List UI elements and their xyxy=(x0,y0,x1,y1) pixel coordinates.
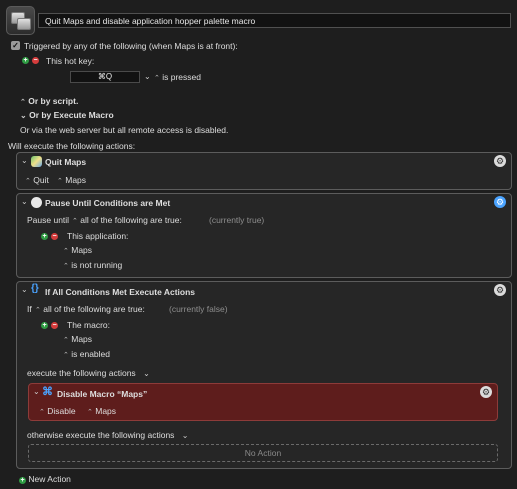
pause-state-label: is not running xyxy=(71,260,123,270)
remove-condition-icon[interactable]: − xyxy=(51,322,58,329)
action-title: Quit Maps xyxy=(45,157,87,167)
quit-app-label: Maps xyxy=(65,175,87,185)
hotkey-trigger-title: This hot key: xyxy=(46,56,95,66)
quit-maps-action[interactable]: ⌄ Quit Maps ⚙ ⌃ Quit ⌃ Maps xyxy=(16,152,512,190)
execute-actions-label: execute the following actions xyxy=(27,368,136,378)
trigger-checkbox[interactable]: ✓ xyxy=(11,41,20,50)
chevron-down-icon: ⌄ xyxy=(143,369,150,378)
quit-app-select[interactable]: ⌃ Maps xyxy=(57,175,86,185)
command-icon: ⌘ xyxy=(42,386,53,398)
plus-icon: + xyxy=(19,477,26,484)
action-title: If All Conditions Met Execute Actions xyxy=(45,287,196,297)
if-state-label: is enabled xyxy=(71,349,111,359)
no-action-dropzone[interactable]: No Action xyxy=(28,444,498,462)
collapse-chevron-icon[interactable]: ⌄ xyxy=(33,387,40,396)
updown-icon: ⌃ xyxy=(72,218,78,225)
updown-icon: ⌃ xyxy=(63,263,69,270)
if-action[interactable]: ⌄ {} If All Conditions Met Execute Actio… xyxy=(16,281,512,469)
pause-state-select[interactable]: ⌃ is not running xyxy=(63,260,122,270)
pause-condition-label: all of the following are true: xyxy=(80,215,182,225)
pause-until-label: Pause until xyxy=(27,215,70,225)
gear-icon[interactable]: ⚙ xyxy=(494,284,506,296)
add-condition-icon[interactable]: + xyxy=(41,322,48,329)
updown-icon: ⌃ xyxy=(20,99,26,106)
if-condition-select[interactable]: ⌃ all of the following are true: xyxy=(35,304,145,314)
gear-icon[interactable]: ⚙ xyxy=(480,386,492,398)
updown-icon: ⌃ xyxy=(154,75,160,82)
if-status: (currently false) xyxy=(169,304,228,314)
disable-macro-select[interactable]: ⌃ Maps xyxy=(87,406,116,416)
execute-actions-toggle[interactable]: execute the following actions ⌄ xyxy=(27,368,150,378)
pause-condition-select[interactable]: ⌃ all of the following are true: xyxy=(72,215,182,225)
pause-app-select[interactable]: ⌃ Maps xyxy=(63,245,92,255)
if-state-select[interactable]: ⌃ is enabled xyxy=(63,349,110,359)
updown-icon: ⌃ xyxy=(35,307,41,314)
if-label: If xyxy=(27,304,32,314)
will-execute-label: Will execute the following actions: xyxy=(8,141,136,151)
collapse-chevron-icon[interactable]: ⌄ xyxy=(21,197,28,206)
or-by-execute-macro-label: Or by Execute Macro xyxy=(29,110,114,120)
updown-icon: ⌃ xyxy=(63,352,69,359)
macro-icon xyxy=(6,6,35,35)
pause-action[interactable]: ⌄ Pause Until Conditions are Met ⚙ Pause… xyxy=(16,193,512,278)
add-trigger-icon[interactable]: + xyxy=(22,57,29,64)
if-macro-select[interactable]: ⌃ Maps xyxy=(63,334,92,344)
quit-mode-select[interactable]: ⌃ Quit xyxy=(25,175,49,185)
gear-icon[interactable]: ⚙ xyxy=(494,155,506,167)
remove-trigger-icon[interactable]: − xyxy=(32,57,39,64)
web-server-note: Or via the web server but all remote acc… xyxy=(20,125,229,135)
disable-mode-select[interactable]: ⌃ Disable xyxy=(39,406,76,416)
hotkey-dropdown-chevron-icon[interactable]: ⌄ xyxy=(144,72,151,81)
if-condition-label: all of the following are true: xyxy=(43,304,145,314)
condition-title: This application: xyxy=(67,231,129,241)
if-macro-label: Maps xyxy=(71,334,93,344)
pause-icon xyxy=(31,197,42,208)
trigger-label: Triggered by any of the following (when … xyxy=(24,41,238,51)
collapse-chevron-icon[interactable]: ⌄ xyxy=(21,285,28,294)
updown-icon: ⌃ xyxy=(63,337,69,344)
updown-icon: ⌃ xyxy=(63,248,69,255)
braces-icon: {} xyxy=(31,283,39,294)
hotkey-state-select[interactable]: ⌃ is pressed xyxy=(154,72,201,82)
or-by-script-label: Or by script. xyxy=(28,96,79,106)
gear-icon[interactable]: ⚙ xyxy=(494,196,506,208)
action-title: Disable Macro “Maps” xyxy=(57,389,148,399)
updown-icon: ⌃ xyxy=(57,178,63,185)
new-action-button[interactable]: + New Action xyxy=(19,474,71,484)
new-action-label: New Action xyxy=(28,474,71,484)
add-condition-icon[interactable]: + xyxy=(41,233,48,240)
otherwise-actions-label: otherwise execute the following actions xyxy=(27,430,175,440)
remove-condition-icon[interactable]: − xyxy=(51,233,58,240)
hotkey-state-label: is pressed xyxy=(162,72,201,82)
pause-status: (currently true) xyxy=(209,215,265,225)
condition-title: The macro: xyxy=(67,320,110,330)
collapse-chevron-icon[interactable]: ⌄ xyxy=(21,156,28,165)
pause-app-label: Maps xyxy=(71,245,93,255)
hotkey-field[interactable]: ⌘Q xyxy=(70,71,140,83)
or-by-script-toggle[interactable]: ⌃ Or by script. xyxy=(20,96,78,106)
disable-macro-action[interactable]: ⌄ ⌘ Disable Macro “Maps” ⚙ ⌃ Disable ⌃ M… xyxy=(28,383,498,421)
maps-app-icon xyxy=(31,156,42,167)
action-title: Pause Until Conditions are Met xyxy=(45,198,171,208)
otherwise-actions-toggle[interactable]: otherwise execute the following actions … xyxy=(27,430,189,440)
macro-name-field[interactable]: Quit Maps and disable application hopper… xyxy=(38,13,511,28)
updown-icon: ⌃ xyxy=(87,409,93,416)
updown-icon: ⌃ xyxy=(25,178,31,185)
disable-mode-label: Disable xyxy=(47,406,76,416)
chevron-down-icon: ⌄ xyxy=(181,431,189,440)
updown-icon: ⌃ xyxy=(39,409,45,416)
disable-macro-label: Maps xyxy=(95,406,117,416)
quit-mode-label: Quit xyxy=(33,175,49,185)
or-by-execute-macro-toggle[interactable]: ⌄ Or by Execute Macro xyxy=(20,110,114,120)
chevron-down-icon: ⌄ xyxy=(20,111,27,120)
